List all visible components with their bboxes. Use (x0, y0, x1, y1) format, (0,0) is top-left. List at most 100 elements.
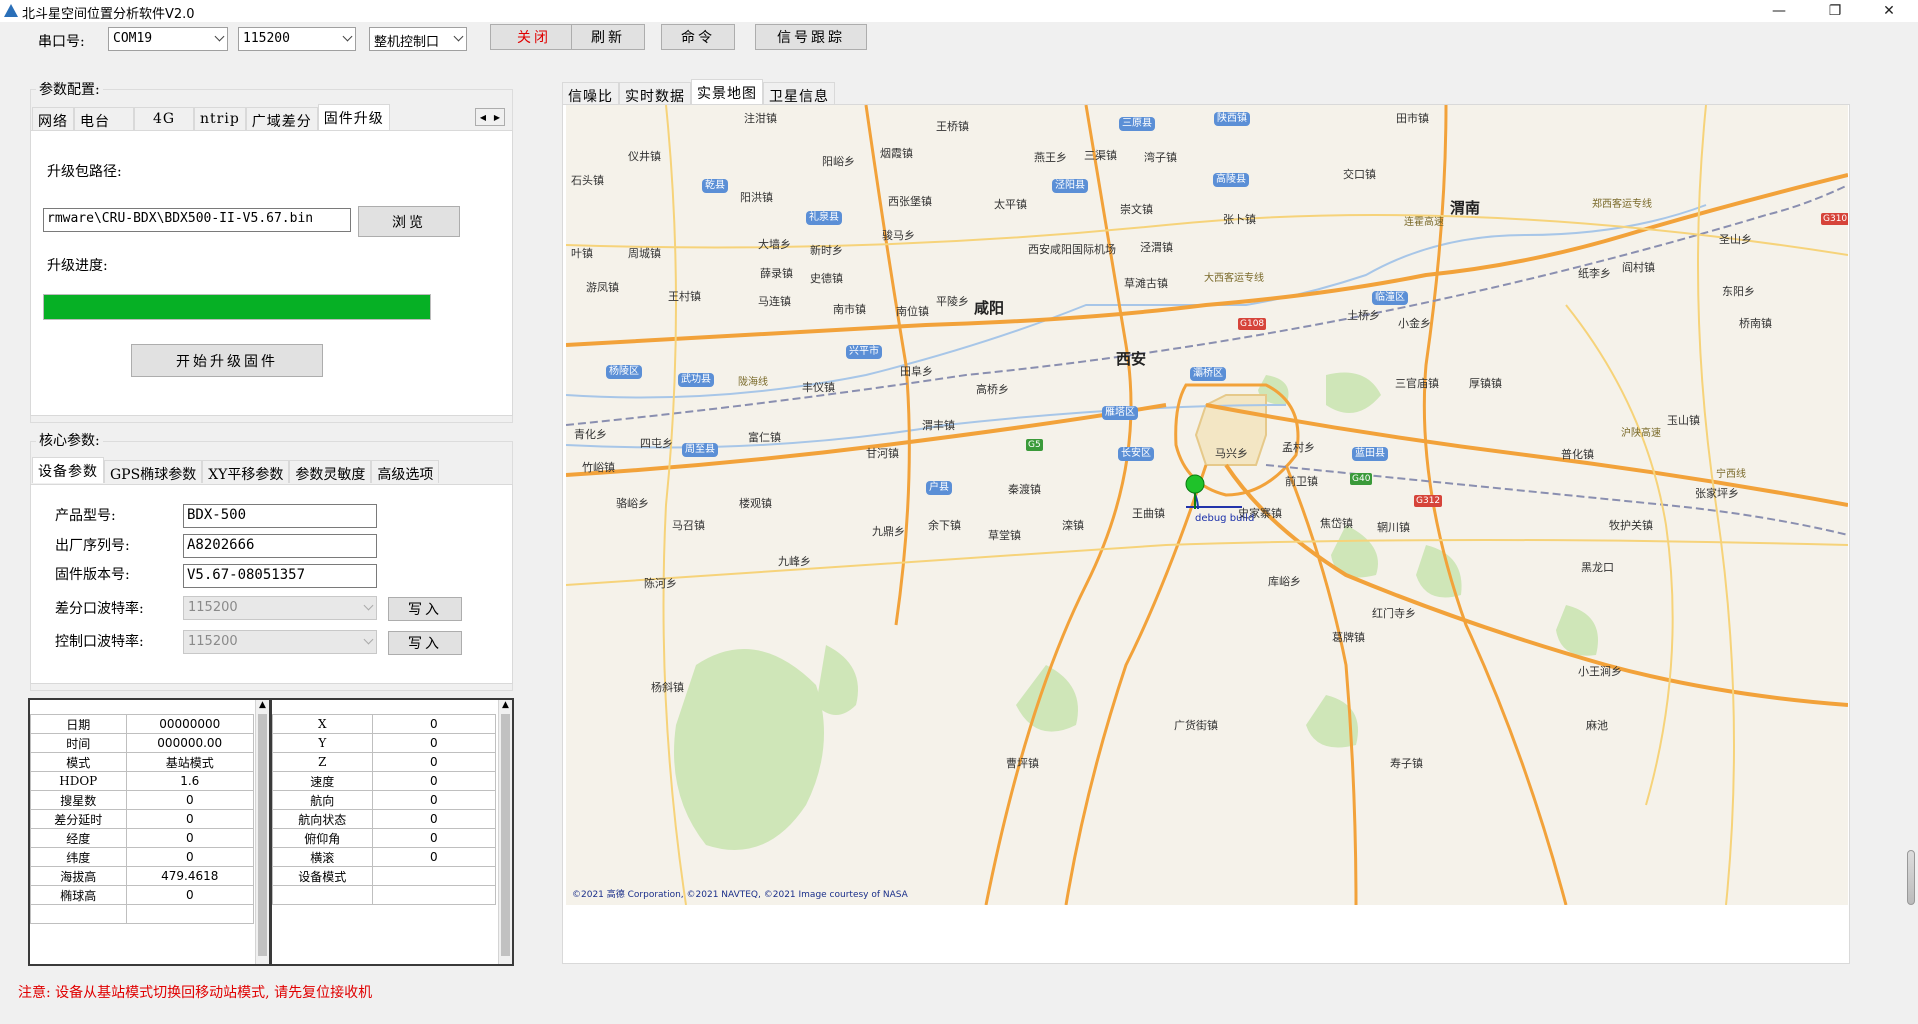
scroll-up-icon[interactable]: ▲ (499, 700, 512, 714)
tab-4g[interactable]: 4G (134, 107, 194, 130)
table-row: 航向 0 (272, 790, 497, 810)
map-town-label: 桥南镇 (1739, 317, 1772, 330)
chevron-down-icon (342, 31, 353, 42)
map-town-label: 马召镇 (672, 519, 705, 532)
row-label: 纬度 (30, 847, 127, 867)
row-value (371, 885, 497, 905)
map-city-label: 西安 (1116, 350, 1147, 368)
live-map[interactable]: 咸阳 西安 渭南 三原县 陕西镇 乾县 泾阳县 高陵县 礼泉县 临潼区 兴平市 杨陵区 武功县 灞桥区 雁塔… (566, 105, 1848, 905)
table-row: 航向状态 0 (272, 809, 497, 829)
map-town-label: 孟村乡 (1282, 441, 1315, 454)
map-town-label: 王桥镇 (936, 120, 969, 133)
restore-button[interactable]: ❐ (1812, 0, 1858, 22)
row-value (371, 866, 497, 886)
port-select[interactable]: COM19 (108, 27, 228, 51)
map-town-label: 烟霞镇 (880, 147, 913, 160)
map-town-label: 牧护关镇 (1609, 519, 1653, 532)
upgrade-progress-label: 升级进度: (47, 258, 108, 274)
right-grid-scrollbar[interactable]: ▲ (498, 700, 512, 964)
tab-network[interactable]: 网络 (32, 107, 74, 130)
map-town-label: 阎村镇 (1622, 261, 1655, 274)
left-grid-scrollbar[interactable]: ▲ (255, 700, 269, 964)
close-port-button[interactable]: 关闭 (490, 24, 578, 50)
browse-button[interactable]: 浏览 (358, 206, 460, 237)
table-row: 横滚 0 (272, 847, 497, 867)
baud-select[interactable]: 115200 (238, 27, 356, 51)
diff-baud-select[interactable]: 115200 (183, 596, 377, 620)
tab-advanced[interactable]: 高级选项 (371, 460, 440, 483)
write-ctrl-baud-button[interactable]: 写入 (388, 631, 462, 655)
map-town-label: 陈河乡 (644, 577, 677, 590)
map-town-label: 厚镇镇 (1469, 377, 1502, 390)
map-town-label: 太平镇 (994, 198, 1027, 211)
mode-select[interactable]: 整机控制口 (369, 27, 467, 51)
table-row: 海拔高 479.4618 (30, 866, 255, 886)
table-row: 搜星数 0 (30, 790, 255, 810)
tab-scroll-left-icon[interactable]: ◀ (476, 109, 490, 125)
row-value: 0 (125, 790, 255, 810)
tab-snr[interactable]: 信噪比 (562, 82, 619, 105)
map-town-label: 土桥乡 (1347, 309, 1380, 322)
firmware-input[interactable]: V5.67-08051357 (183, 564, 377, 588)
row-value: 0 (371, 828, 497, 848)
row-label: X (272, 714, 373, 734)
map-town-label: 麻池 (1586, 719, 1608, 732)
start-upgrade-button[interactable]: 开始升级固件 (131, 344, 323, 377)
refresh-button[interactable]: 刷新 (571, 24, 645, 50)
map-town-label: 高桥乡 (976, 383, 1009, 396)
table-row: Y0 (272, 733, 497, 753)
tab-device-params[interactable]: 设备参数 (32, 457, 104, 483)
row-label: Y (272, 733, 373, 753)
ctrl-baud-select[interactable]: 115200 (183, 630, 377, 654)
command-button[interactable]: 命令 (661, 24, 735, 50)
tab-firmware-upgrade[interactable]: 固件升级 (317, 104, 390, 130)
row-label: 俯仰角 (272, 828, 373, 848)
tab-radio[interactable]: 电台 (74, 107, 134, 130)
table-row: Z0 (272, 752, 497, 772)
map-city-label: 渭南 (1450, 199, 1481, 217)
firmware-label: 固件版本号: (55, 567, 130, 583)
scroll-up-icon[interactable]: ▲ (256, 700, 269, 714)
scroll-thumb[interactable] (501, 714, 510, 956)
row-label: 速度 (272, 771, 373, 791)
tab-live-map[interactable]: 实景地图 (691, 79, 763, 105)
map-town-label: 马兴乡 (1215, 447, 1248, 460)
scroll-thumb[interactable] (258, 714, 267, 956)
tab-xy-shift[interactable]: XY平移参数 (202, 460, 290, 483)
map-copyright: ©2021 高德 Corporation, ©2021 NAVTEQ, ©202… (572, 890, 908, 900)
map-road-label: 沪陕高速 (1621, 428, 1661, 439)
map-town-label: 甘河镇 (866, 447, 899, 460)
tab-scroll-right-icon[interactable]: ▶ (490, 109, 504, 125)
signal-tracking-button[interactable]: 信号跟踪 (755, 24, 867, 50)
view-tabs: 信噪比 实时数据 实景地图 卫星信息 (562, 79, 835, 105)
row-label: 椭球高 (30, 885, 127, 905)
ctrl-baud-label: 控制口波特率: (55, 634, 144, 650)
tab-ntrip[interactable]: ntrip (194, 107, 246, 130)
tab-wide-area-diff[interactable]: 广域差分 (245, 107, 318, 130)
model-input[interactable]: BDX-500 (183, 504, 377, 528)
tab-gps-ellipsoid[interactable]: GPS椭球参数 (104, 460, 203, 483)
map-city-label: 咸阳 (974, 299, 1005, 317)
location-marker-icon[interactable] (1185, 474, 1205, 494)
row-label (272, 885, 373, 905)
serial-input[interactable]: A8202666 (183, 534, 377, 558)
row-value (125, 904, 255, 924)
row-label: 航向 (272, 790, 373, 810)
tab-satellite-info[interactable]: 卫星信息 (763, 82, 835, 105)
row-value: 0 (371, 790, 497, 810)
map-town-label: 湾子镇 (1144, 151, 1177, 164)
map-town-label: 余下镇 (928, 519, 961, 532)
write-diff-baud-button[interactable]: 写入 (388, 597, 462, 621)
tab-sensitivity[interactable]: 参数灵敏度 (289, 460, 372, 483)
minimize-button[interactable]: — (1756, 0, 1802, 22)
map-road-label: 连霍高速 (1404, 217, 1444, 228)
table-row: HDOP 1.6 (30, 771, 255, 791)
map-town-label: 草堂镇 (988, 529, 1021, 542)
map-town-label: 南市镇 (833, 303, 866, 316)
device-params-page: 产品型号: BDX-500 出厂序列号: A8202666 固件版本号: V5.… (30, 484, 513, 684)
tab-realtime-data[interactable]: 实时数据 (619, 82, 691, 105)
close-window-button[interactable]: ✕ (1866, 0, 1912, 22)
row-label: 差分延时 (30, 809, 127, 829)
upgrade-path-input[interactable]: rmware\CRU-BDX\BDX500-II-V5.67.bin (43, 208, 351, 232)
map-town-label: 广货街镇 (1174, 719, 1218, 732)
